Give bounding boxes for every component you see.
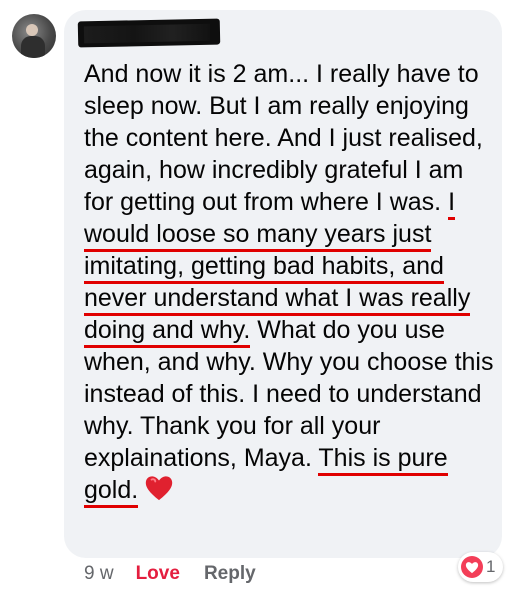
author-redaction	[77, 18, 221, 48]
avatar[interactable]	[12, 14, 56, 58]
heart-icon	[465, 561, 479, 573]
avatar-body	[21, 36, 45, 58]
reaction-count: 1	[486, 557, 496, 576]
comment-text-part-1: And now it is 2 am... I really have to s…	[84, 60, 483, 216]
reply-button[interactable]: Reply	[204, 562, 256, 586]
comment-text: And now it is 2 am... I really have to s…	[84, 58, 494, 508]
love-button[interactable]: Love	[136, 562, 180, 586]
avatar-head	[26, 24, 38, 36]
love-reaction-icon	[461, 556, 483, 578]
heart-emoji-icon	[146, 476, 173, 501]
comment-timestamp[interactable]: 9 w	[84, 562, 114, 586]
reaction-summary[interactable]: 1	[458, 552, 504, 582]
comment-bubble: Lene Dalen And now it is 2 am... I reall…	[64, 10, 502, 558]
comment-actions: 9 w Love Reply	[84, 562, 256, 586]
